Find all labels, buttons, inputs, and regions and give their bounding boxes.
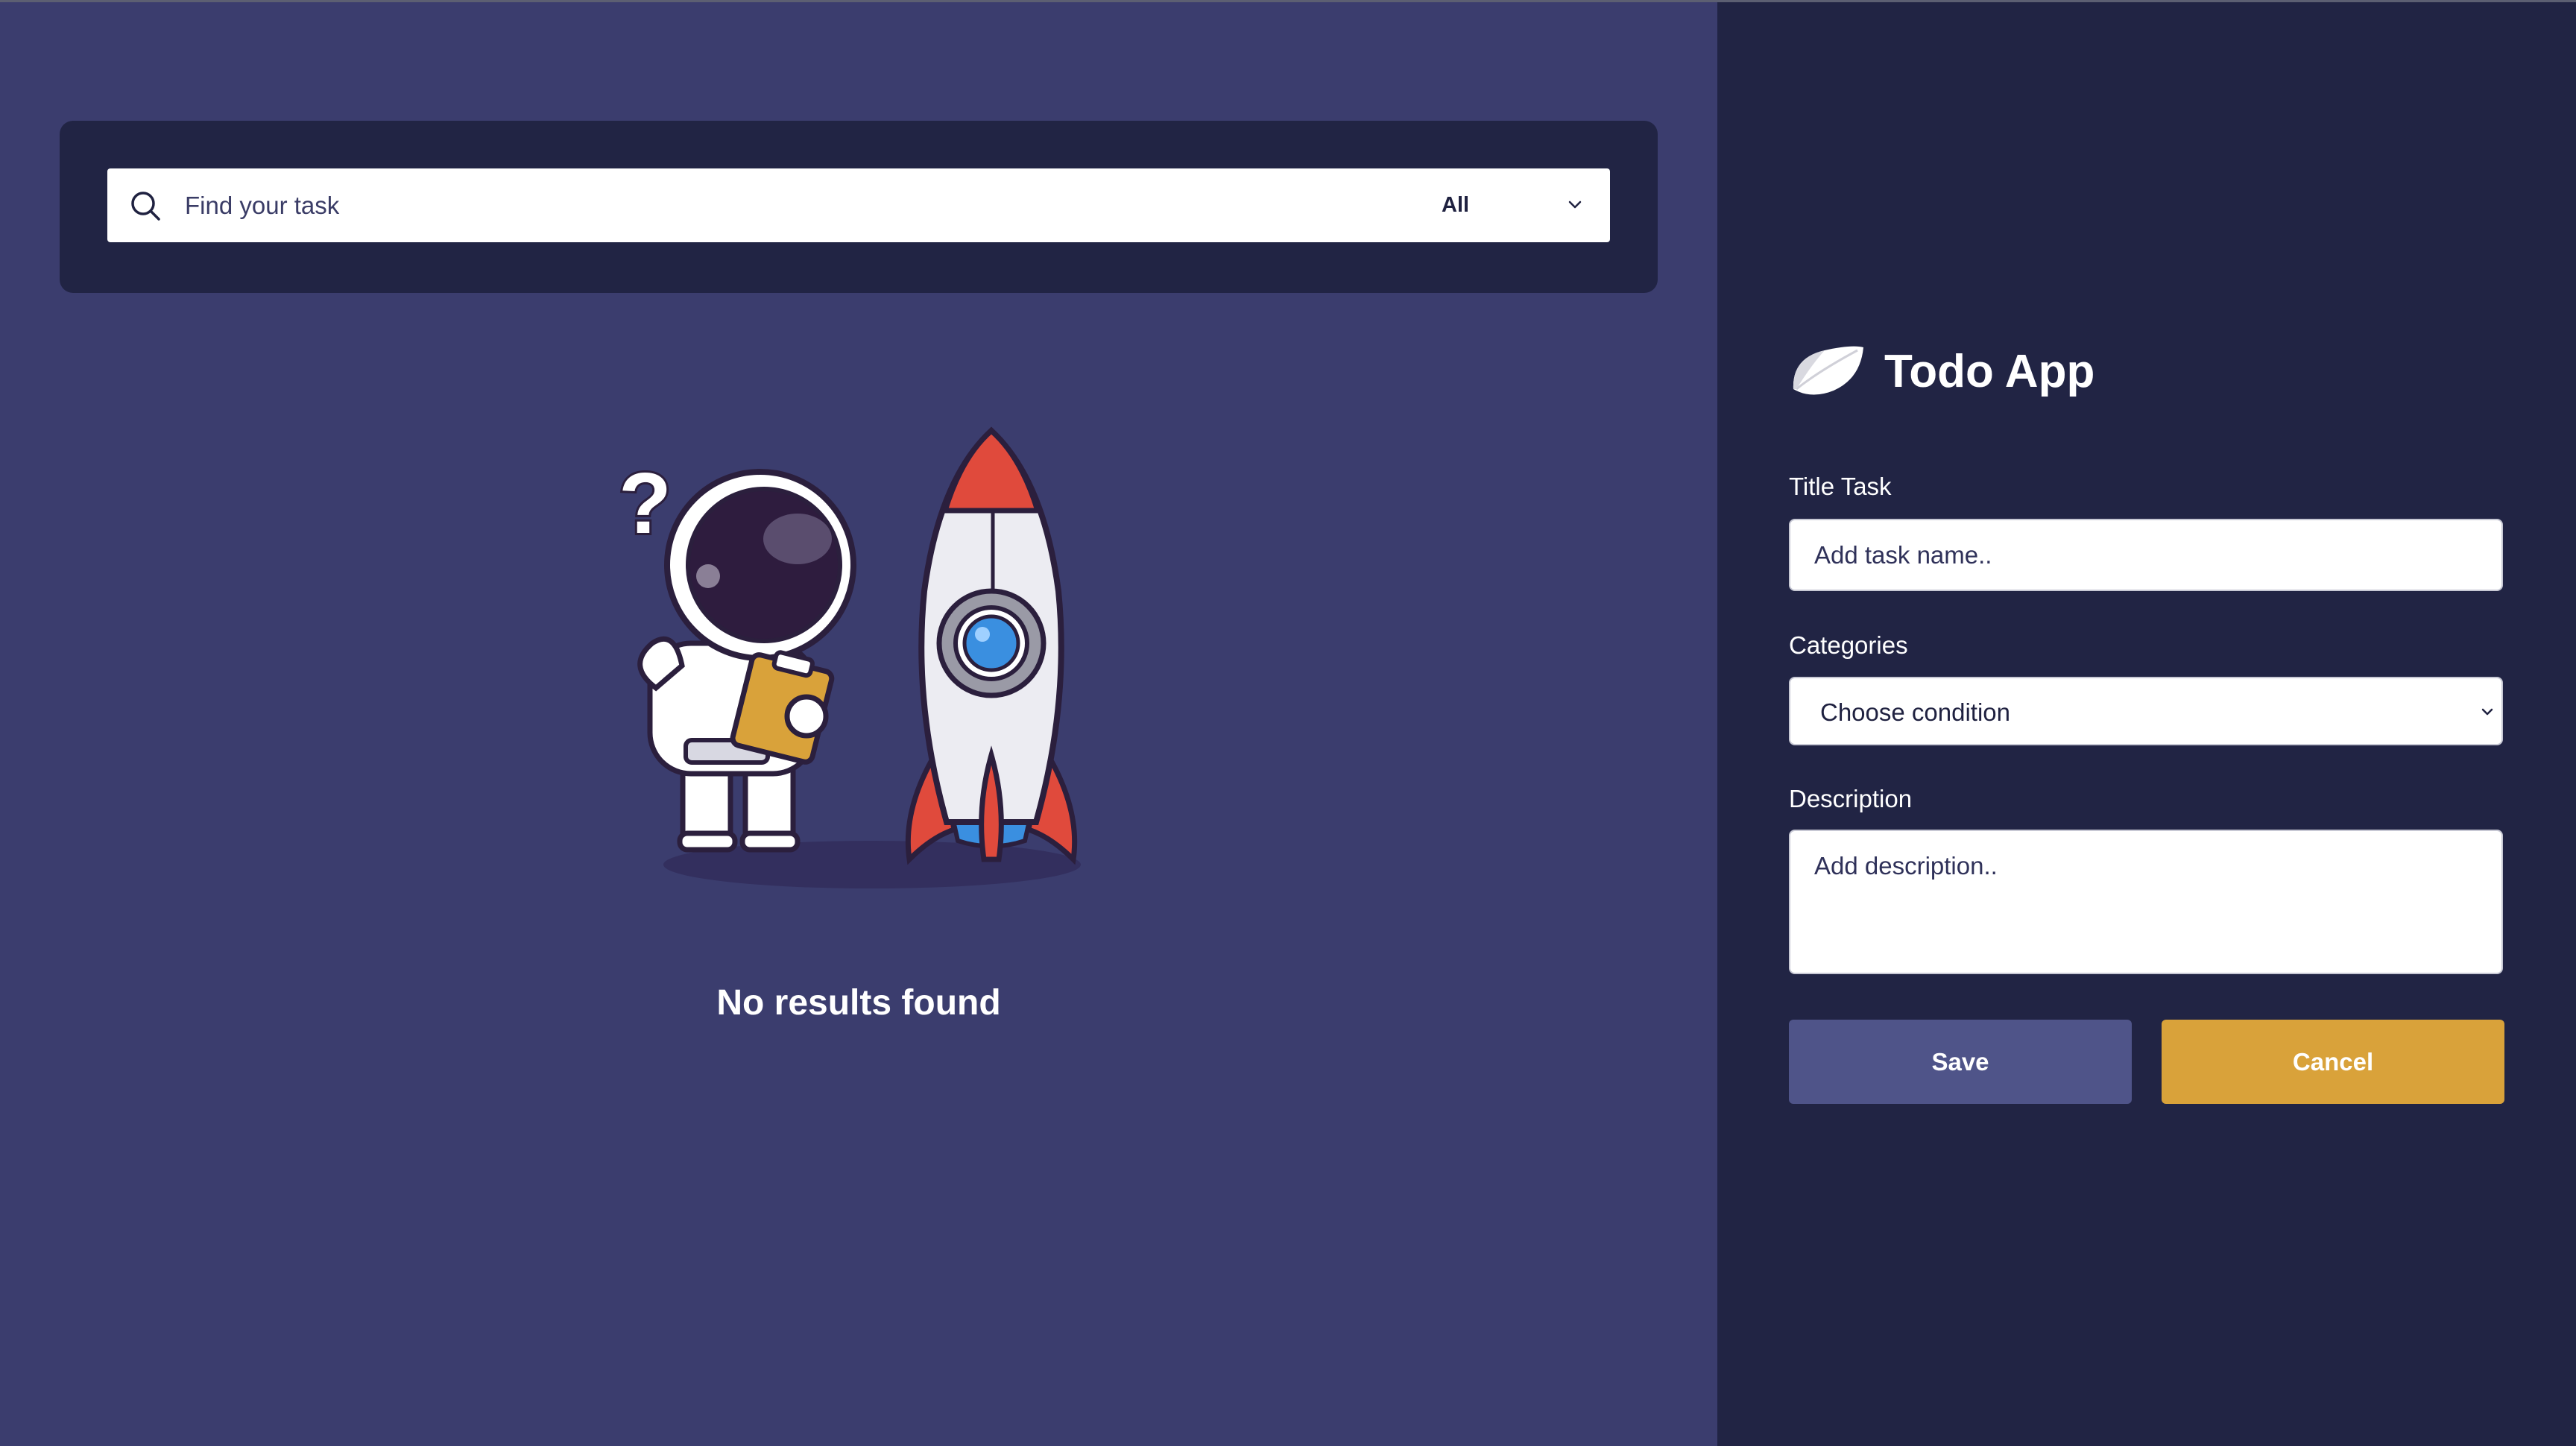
task-name-input[interactable]: [1789, 519, 2503, 591]
main-content: All ?: [0, 2, 1717, 1446]
leaf-logo-icon: [1793, 346, 1863, 395]
title-task-label: Title Task: [1789, 473, 1892, 500]
categories-label: Categories: [1789, 631, 1908, 659]
description-label: Description: [1789, 785, 1913, 812]
empty-state-message: No results found: [716, 983, 1001, 1023]
filter-value: All: [1442, 193, 1470, 217]
search-input[interactable]: [185, 168, 1392, 242]
category-filter-select[interactable]: All: [1442, 168, 1598, 242]
task-form-sidebar: Todo App Title Task Categories Choose co…: [1717, 2, 2576, 1446]
astronaut-rocket-illustration: ?: [616, 426, 1081, 888]
svg-text:?: ?: [619, 455, 672, 552]
save-button[interactable]: Save: [1789, 1020, 2132, 1104]
category-select-value: Choose condition: [1820, 698, 2011, 726]
search-icon: [131, 192, 160, 221]
cancel-button[interactable]: Cancel: [2162, 1020, 2504, 1104]
app-title: Todo App: [1884, 345, 2095, 397]
search-bar: All: [107, 168, 1610, 242]
chevron-down-icon: [2481, 708, 2493, 716]
chevron-down-icon: [1568, 201, 1582, 209]
category-select[interactable]: Choose condition: [1789, 677, 2503, 745]
brand: Todo App: [1789, 341, 2094, 401]
search-panel: All: [60, 121, 1658, 293]
description-textarea[interactable]: [1789, 830, 2503, 974]
